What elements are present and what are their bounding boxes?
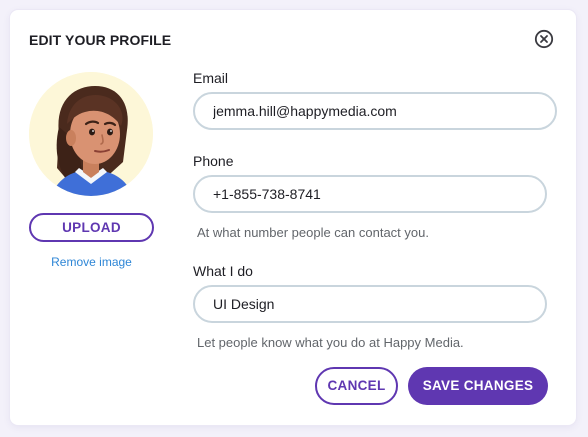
what-i-do-field[interactable] xyxy=(193,285,547,323)
close-circle-icon xyxy=(534,29,554,49)
avatar-image xyxy=(29,72,153,196)
email-field[interactable] xyxy=(193,92,557,130)
close-button[interactable] xyxy=(534,29,554,49)
remove-image-link[interactable]: Remove image xyxy=(29,255,154,269)
cancel-button[interactable]: CANCEL xyxy=(315,367,398,405)
dialog-title: EDIT YOUR PROFILE xyxy=(29,32,172,48)
what-i-do-hint: Let people know what you do at Happy Med… xyxy=(197,335,464,350)
email-label: Email xyxy=(193,70,229,86)
avatar xyxy=(29,72,153,196)
phone-hint: At what number people can contact you. xyxy=(197,225,429,240)
save-changes-button[interactable]: SAVE CHANGES xyxy=(408,367,548,405)
upload-button[interactable]: UPLOAD xyxy=(29,213,154,242)
phone-label: Phone xyxy=(193,153,234,169)
phone-field[interactable] xyxy=(193,175,547,213)
what-i-do-label: What I do xyxy=(193,263,253,279)
edit-profile-dialog: EDIT YOUR PROFILE UPLOAD Remove image Em… xyxy=(10,10,576,425)
